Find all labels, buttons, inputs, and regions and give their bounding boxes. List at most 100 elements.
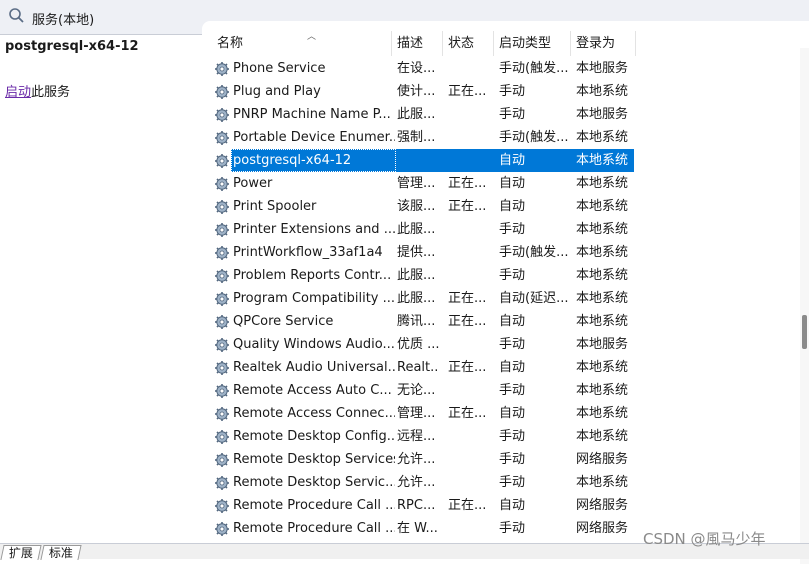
service-log-on-as: 本地系统: [576, 383, 629, 398]
column-log-on-as[interactable]: 登录为: [571, 31, 636, 56]
service-description: 此服...: [397, 222, 436, 237]
service-description: 强制...: [397, 130, 436, 145]
service-name: Remote Desktop Config...: [233, 429, 395, 444]
service-startup-type: 手动: [499, 429, 526, 444]
service-status: 正在...: [448, 406, 487, 421]
service-description: 在设...: [397, 61, 436, 76]
service-startup-type: 手动: [499, 268, 526, 283]
service-row[interactable]: PrintWorkflow_33af1a4 提供... 手动(触发... 本地系统: [212, 241, 634, 264]
column-name[interactable]: 名称: [212, 31, 392, 56]
service-status: 正在...: [448, 498, 487, 513]
service-name: Remote Access Connec...: [233, 406, 395, 421]
service-startup-type: 手动(触发...: [499, 245, 569, 260]
service-startup-type: 手动: [499, 337, 526, 352]
service-row[interactable]: postgresql-x64-12 自动 本地系统: [212, 149, 634, 172]
service-name: Quality Windows Audio...: [233, 337, 395, 352]
service-description: 无论...: [397, 383, 436, 398]
column-header: 名称 ︿ 描述 状态 启动类型 登录为: [212, 31, 642, 56]
selected-service-name: postgresql-x64-12: [5, 39, 139, 54]
service-startup-type: 手动: [499, 521, 526, 536]
service-row[interactable]: Plug and Play 使计... 正在... 手动 本地系统: [212, 80, 634, 103]
service-name: Plug and Play: [233, 84, 321, 99]
service-name: Remote Desktop Services: [233, 452, 395, 467]
service-startup-type: 手动: [499, 475, 526, 490]
service-log-on-as: 网络服务: [576, 452, 629, 467]
service-status: 正在...: [448, 360, 487, 375]
service-row[interactable]: Printer Extensions and ... 此服... 手动 本地系统: [212, 218, 634, 241]
service-row[interactable]: QPCore Service 腾讯... 正在... 自动 本地系统: [212, 310, 634, 333]
service-log-on-as: 本地服务: [576, 107, 629, 122]
service-startup-type: 手动: [499, 84, 526, 99]
start-service-link[interactable]: 启动: [5, 85, 31, 100]
service-row[interactable]: PNRP Machine Name P... 此服... 手动 本地服务: [212, 103, 634, 126]
service-status: 正在...: [448, 314, 487, 329]
service-row[interactable]: Remote Desktop Config... 远程... 手动 本地系统: [212, 425, 634, 448]
service-row[interactable]: Program Compatibility ... 此服... 正在... 自动(延迟…: [212, 287, 634, 310]
service-description: RPC...: [397, 498, 436, 513]
service-log-on-as: 本地系统: [576, 153, 629, 168]
service-startup-type: 手动: [499, 383, 526, 398]
service-name: Phone Service: [233, 61, 326, 76]
service-description: 允许...: [397, 452, 436, 467]
service-description: 管理...: [397, 176, 436, 191]
service-description: 此服...: [397, 107, 436, 122]
column-status[interactable]: 状态: [443, 31, 494, 56]
service-name: PrintWorkflow_33af1a4: [233, 245, 383, 260]
service-description: 使计...: [397, 84, 436, 99]
service-startup-type: 自动: [499, 360, 526, 375]
service-description: 该服...: [397, 199, 436, 214]
service-log-on-as: 本地系统: [576, 199, 629, 214]
service-log-on-as: 本地系统: [576, 475, 629, 490]
service-log-on-as: 本地系统: [576, 84, 629, 99]
service-name: Remote Procedure Call ...: [233, 521, 395, 536]
service-startup-type: 手动: [499, 222, 526, 237]
service-row[interactable]: Realtek Audio Universal... Realt... 正在... 自…: [212, 356, 634, 379]
service-name: Printer Extensions and ...: [233, 222, 395, 237]
service-name: Remote Access Auto C...: [233, 383, 392, 398]
service-description: 腾讯...: [397, 314, 436, 329]
service-name: Realtek Audio Universal...: [233, 360, 395, 375]
service-row[interactable]: Remote Access Auto C... 无论... 手动 本地系统: [212, 379, 634, 402]
service-startup-type: 自动(延迟...: [499, 291, 569, 306]
service-row[interactable]: Quality Windows Audio... 优质 ... 手动 本地服务: [212, 333, 634, 356]
scrollbar-thumb[interactable]: [802, 315, 807, 349]
service-row[interactable]: Remote Access Connec... 管理... 正在... 自动 本地系统: [212, 402, 634, 425]
service-name: Power: [233, 176, 273, 191]
service-name: Problem Reports Contr...: [233, 268, 392, 283]
service-log-on-as: 本地系统: [576, 429, 629, 444]
service-description: 在 W...: [397, 521, 438, 536]
service-startup-type: 自动: [499, 498, 526, 513]
service-row[interactable]: Problem Reports Contr... 此服... 手动 本地系统: [212, 264, 634, 287]
service-log-on-as: 本地系统: [576, 291, 629, 306]
service-status: 正在...: [448, 291, 487, 306]
service-row[interactable]: Remote Desktop Servic... 允许... 手动 本地系统: [212, 471, 634, 494]
service-description: Realt...: [397, 360, 439, 375]
column-description[interactable]: 描述: [392, 31, 443, 56]
start-service-line: 启动此服务: [5, 81, 70, 100]
service-log-on-as: 本地系统: [576, 245, 629, 260]
service-startup-type: 自动: [499, 153, 526, 168]
services-list: 名称 ︿ 描述 状态 启动类型 登录为 Phone Service 在设... 手动…: [202, 21, 809, 564]
vertical-scrollbar[interactable]: [800, 48, 809, 564]
service-log-on-as: 本地系统: [576, 176, 629, 191]
service-row[interactable]: Phone Service 在设... 手动(触发... 本地服务: [212, 57, 634, 80]
service-name: PNRP Machine Name P...: [233, 107, 391, 122]
service-log-on-as: 网络服务: [576, 498, 629, 513]
service-startup-type: 手动: [499, 452, 526, 467]
service-startup-type: 手动(触发...: [499, 130, 569, 145]
search-icon: [9, 8, 24, 23]
service-row[interactable]: Remote Desktop Services 允许... 手动 网络服务: [212, 448, 634, 471]
service-row[interactable]: Remote Procedure Call ... 在 W... 手动 网络服务: [212, 517, 634, 540]
service-status: 正在...: [448, 199, 487, 214]
service-startup-type: 自动: [499, 199, 526, 214]
service-description: 此服...: [397, 291, 436, 306]
service-row[interactable]: Print Spooler 该服... 正在... 自动 本地系统: [212, 195, 634, 218]
window-title: 服务(本地): [32, 13, 95, 28]
service-row[interactable]: Portable Device Enumer... 强制... 手动(触发... 本地…: [212, 126, 634, 149]
column-startup-type[interactable]: 启动类型: [494, 31, 571, 56]
service-row[interactable]: Remote Procedure Call ... RPC... 正在... 自动 网络…: [212, 494, 634, 517]
sort-ascending-icon: ︿: [307, 32, 317, 42]
service-description: 此服...: [397, 268, 436, 283]
service-row[interactable]: Power 管理... 正在... 自动 本地系统: [212, 172, 634, 195]
service-startup-type: 自动: [499, 176, 526, 191]
